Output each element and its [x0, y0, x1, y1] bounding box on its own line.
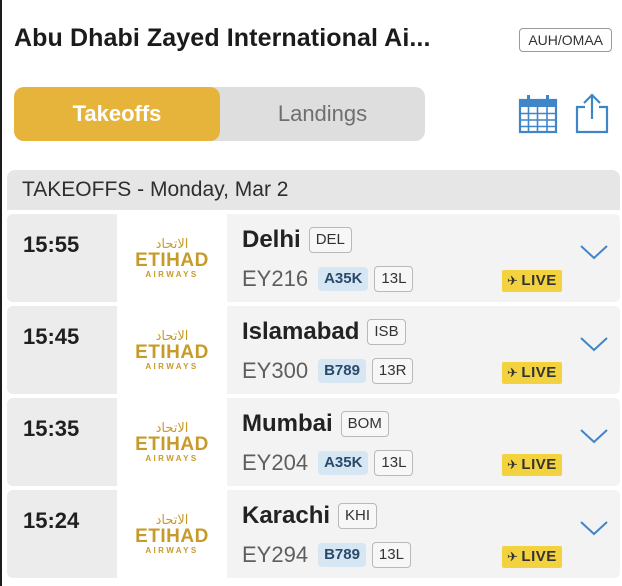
destination-city: Mumbai: [242, 410, 333, 437]
departure-time: 15:55: [23, 232, 80, 257]
live-badge: ✈ LIVE: [502, 362, 562, 384]
svg-text:ETIHAD: ETIHAD: [135, 526, 209, 547]
status-label: LIVE: [521, 548, 557, 565]
destination-iata: DEL: [308, 227, 352, 253]
section-header: TAKEOFFS - Monday, Mar 2: [7, 170, 620, 210]
live-badge: ✈ LIVE: [502, 454, 562, 476]
etihad-logo: الاتحاد ETIHAD AIRWAYS: [135, 513, 209, 555]
svg-text:ETIHAD: ETIHAD: [135, 434, 209, 455]
status-label: LIVE: [521, 272, 557, 289]
flight-info: Delhi DEL EY216 A35K 13L ✈ LIVE: [227, 214, 620, 302]
airline-logo: الاتحاد ETIHAD AIRWAYS: [117, 398, 227, 486]
chevron-down-icon[interactable]: [579, 334, 609, 354]
departure-time: 15:45: [23, 324, 80, 349]
gate-tag: 13L: [374, 450, 414, 476]
flight-number: EY204: [242, 450, 309, 475]
departure-time: 15:35: [23, 416, 80, 441]
tab-landings[interactable]: Landings: [220, 87, 425, 141]
etihad-logo: الاتحاد ETIHAD AIRWAYS: [135, 329, 209, 371]
svg-text:AIRWAYS: AIRWAYS: [145, 270, 198, 279]
airline-logo: الاتحاد ETIHAD AIRWAYS: [117, 214, 227, 302]
tab-takeoffs[interactable]: Takeoffs: [14, 87, 220, 141]
svg-text:ETIHAD: ETIHAD: [135, 250, 209, 271]
aircraft-type: B789: [318, 543, 366, 567]
chevron-down-icon[interactable]: [579, 242, 609, 262]
aircraft-type: A35K: [318, 451, 369, 475]
flight-info: Karachi KHI EY294 B789 13L ✈ LIVE: [227, 490, 620, 578]
etihad-logo: الاتحاد ETIHAD AIRWAYS: [135, 421, 209, 463]
destination-city: Delhi: [242, 226, 301, 253]
gate-tag: 13L: [371, 542, 411, 568]
airport-code-badge: AUH/OMAA: [519, 28, 612, 52]
flight-row[interactable]: 15:55 الاتحاد ETIHAD AIRWAYS Delhi DEL E…: [7, 214, 620, 302]
airplane-icon: ✈: [507, 273, 519, 288]
airplane-icon: ✈: [507, 365, 519, 380]
flight-info: Islamabad ISB EY300 B789 13R ✈ LIVE: [227, 306, 620, 394]
share-button[interactable]: [572, 92, 612, 134]
chevron-down-icon[interactable]: [579, 426, 609, 446]
flight-number: EY294: [242, 542, 309, 567]
svg-text:AIRWAYS: AIRWAYS: [145, 546, 198, 555]
direction-toggle: Takeoffs Landings: [14, 87, 425, 141]
gate-tag: 13L: [374, 266, 414, 292]
airline-logo: الاتحاد ETIHAD AIRWAYS: [117, 306, 227, 394]
svg-text:AIRWAYS: AIRWAYS: [145, 454, 198, 463]
flight-list: 15:55 الاتحاد ETIHAD AIRWAYS Delhi DEL E…: [7, 214, 620, 582]
chevron-down-icon[interactable]: [579, 518, 609, 538]
flight-row[interactable]: 15:35 الاتحاد ETIHAD AIRWAYS Mumbai BOM …: [7, 398, 620, 486]
airplane-icon: ✈: [507, 549, 519, 564]
airplane-icon: ✈: [507, 457, 519, 472]
live-badge: ✈ LIVE: [502, 546, 562, 568]
flight-number: EY216: [242, 266, 309, 291]
svg-text:AIRWAYS: AIRWAYS: [145, 362, 198, 371]
flight-row[interactable]: 15:24 الاتحاد ETIHAD AIRWAYS Karachi KHI…: [7, 490, 620, 578]
destination-iata: KHI: [338, 503, 378, 529]
status-label: LIVE: [521, 364, 557, 381]
flight-info: Mumbai BOM EY204 A35K 13L ✈ LIVE: [227, 398, 620, 486]
destination-iata: ISB: [367, 319, 406, 345]
share-icon: [575, 93, 609, 134]
etihad-logo: الاتحاد ETIHAD AIRWAYS: [135, 237, 209, 279]
airline-logo: الاتحاد ETIHAD AIRWAYS: [117, 490, 227, 578]
calendar-icon: [518, 95, 558, 134]
departure-time: 15:24: [23, 508, 80, 533]
destination-iata: BOM: [340, 411, 389, 437]
airport-header: Abu Dhabi Zayed International Ai... AUH/…: [14, 24, 612, 58]
destination-city: Islamabad: [242, 318, 360, 345]
gate-tag: 13R: [371, 358, 414, 384]
live-badge: ✈ LIVE: [502, 270, 562, 292]
calendar-button[interactable]: [518, 94, 558, 134]
destination-city: Karachi: [242, 502, 331, 529]
airport-title[interactable]: Abu Dhabi Zayed International Ai...: [14, 24, 431, 53]
svg-text:ETIHAD: ETIHAD: [135, 342, 209, 363]
aircraft-type: B789: [318, 359, 366, 383]
app-frame: Abu Dhabi Zayed International Ai... AUH/…: [0, 0, 622, 586]
flight-row[interactable]: 15:45 الاتحاد ETIHAD AIRWAYS Islamabad I…: [7, 306, 620, 394]
flight-number: EY300: [242, 358, 309, 383]
status-label: LIVE: [521, 456, 557, 473]
aircraft-type: A35K: [318, 267, 369, 291]
